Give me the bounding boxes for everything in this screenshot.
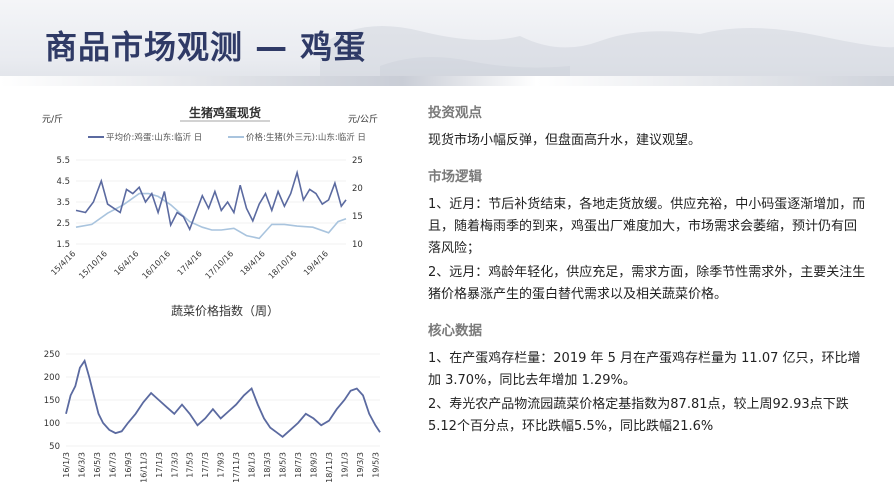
chart2-ytick: 250	[44, 350, 60, 360]
market-logic-far-month: 2、远月：鸡龄年轻化，供应充足，需求方面，除季节性需求外，主要关注生猪价格暴涨产…	[428, 265, 866, 302]
market-logic-near-month: 1、近月：节后补货结束，各地走货放缓。供应充裕，中小码蛋逐渐增加，而且，随着梅雨…	[428, 197, 866, 256]
chart2-xtick: 17/7/3	[201, 452, 210, 478]
chart1-ytick-right: 15	[352, 212, 363, 222]
chart2-xtick: 16/1/3	[62, 452, 71, 478]
chart1-ytick-right: 25	[352, 156, 363, 166]
page-title: 商品市场观测 — 鸡蛋	[45, 28, 367, 66]
chart1-ylabel-left: 元/斤	[42, 114, 63, 125]
chart2-xtick: 16/3/3	[77, 452, 86, 478]
chart1-xtick: 17/10/16	[204, 249, 236, 281]
chart1-ytick-left: 3.5	[56, 198, 70, 208]
chart2-xtick: 19/3/3	[356, 452, 365, 478]
chart1-xtick: 15/10/16	[77, 249, 109, 281]
chart2-xtick: 18/11/3	[325, 452, 334, 483]
chart1-xtick: 19/4/16	[302, 249, 330, 277]
chart2-xtick: 17/1/3	[155, 452, 164, 478]
core-data-title: 核心数据	[428, 323, 482, 339]
chart1-ylabel-right: 元/公斤	[348, 114, 378, 125]
chart2-xtick: 17/9/3	[217, 452, 226, 478]
chart2-xtick: 18/5/3	[279, 452, 288, 478]
chart2-xtick: 16/9/3	[124, 452, 133, 478]
analysis-panel: 投资观点 现货市场小幅反弹，但盘面高升水，建议观望。 市场逻辑 1、近月：节后补…	[428, 102, 868, 440]
chart2-xtick: 17/3/3	[170, 452, 179, 478]
chart2-xtick: 18/9/3	[309, 452, 318, 478]
investment-view-text: 现货市场小幅反弹，但盘面高升水，建议观望。	[428, 133, 702, 148]
chart1-xtick: 16/4/16	[112, 249, 140, 277]
header-stripe	[0, 76, 894, 86]
pig-egg-spot-chart: 生猪鸡蛋现货 元/斤 元/公斤 平均价:鸡蛋:山东:临沂 日 价格:生猪(外三元…	[42, 105, 378, 281]
chart2-ytick: 150	[44, 396, 60, 406]
chart1-title: 生猪鸡蛋现货	[189, 105, 261, 120]
chart1-xtick: 17/4/16	[176, 249, 204, 277]
world-map-decoration	[320, 26, 894, 86]
series-line-vegetable-index	[65, 358, 381, 438]
chart2-xtick: 16/5/3	[93, 452, 102, 478]
legend-text-egg: 平均价:鸡蛋:山东:临沂 日	[106, 132, 202, 143]
chart1-ytick-right: 20	[352, 184, 363, 194]
chart2-ytick: 50	[49, 442, 60, 452]
chart1-ytick-left: 5.5	[56, 156, 70, 166]
chart1-xtick: 16/10/16	[140, 249, 172, 281]
chart1-ytick-left: 4.5	[56, 177, 70, 187]
investment-view-title: 投资观点	[428, 105, 482, 121]
chart1-xtick: 18/10/16	[267, 249, 299, 281]
legend-text-pig: 价格:生猪(外三元):山东:临沂 日	[246, 132, 366, 143]
core-data-laying-hens: 1、在产蛋鸡存栏量：2019 年 5 月在产蛋鸡存栏量为 11.07 亿只，环比…	[428, 351, 861, 388]
core-data-vegetable-index: 2、寿光农产品物流园蔬菜价格定基指数为87.81点，较上周92.93点下跌5.1…	[428, 397, 849, 434]
chart1-ytick-left: 1.5	[56, 240, 70, 250]
chart2-title: 蔬菜价格指数（周）	[171, 303, 279, 318]
chart2-xtick: 17/5/3	[186, 452, 195, 478]
market-logic-title: 市场逻辑	[428, 169, 482, 185]
chart1-ytick-left: 2.5	[56, 219, 70, 229]
chart1-xtick: 15/4/16	[49, 249, 77, 277]
chart2-xtick: 19/1/3	[340, 452, 349, 478]
vegetable-price-index-chart: 蔬菜价格指数（周） 50 100 150 200 250 16/1/3 16/3/3 16/5…	[44, 303, 381, 483]
chart2-xtick: 18/1/3	[248, 452, 257, 478]
chart2-xtick: 16/11/3	[139, 452, 148, 483]
chart2-ytick: 100	[44, 419, 60, 429]
chart2-xtick: 19/5/3	[371, 452, 380, 478]
chart1-xtick: 18/4/16	[239, 249, 267, 277]
chart2-xtick: 18/3/3	[263, 452, 272, 478]
chart1-ytick-right: 10	[352, 240, 363, 250]
chart2-ytick: 200	[44, 373, 60, 383]
chart2-xtick: 17/11/3	[232, 452, 241, 483]
chart2-xtick: 18/7/3	[294, 452, 303, 478]
chart2-xtick: 16/7/3	[108, 452, 117, 478]
